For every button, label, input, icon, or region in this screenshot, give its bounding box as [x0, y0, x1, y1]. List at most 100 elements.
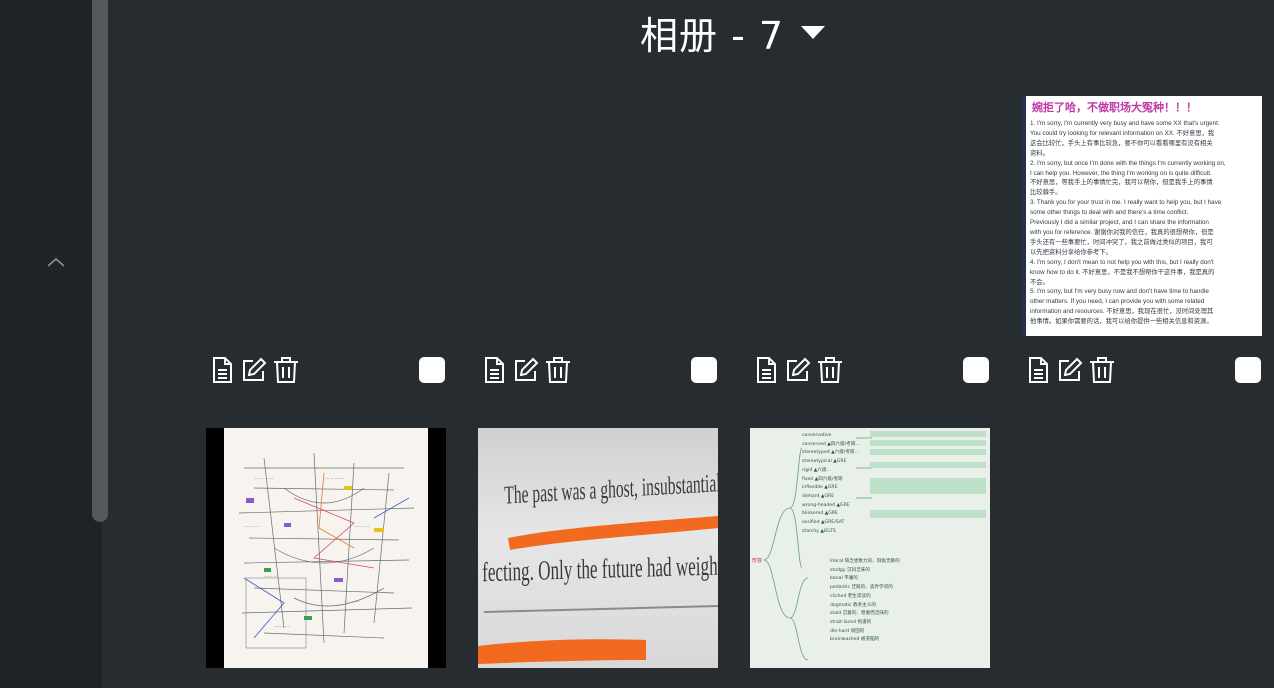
delete-button[interactable]: [542, 354, 574, 386]
thumbnail-edge: [1022, 96, 1026, 336]
vocab-node: brainwashed 被洗脑的: [830, 637, 880, 643]
delete-button[interactable]: [814, 354, 846, 386]
edit-icon: [787, 357, 811, 381]
vocab-node: stereotypical ▲GRE: [802, 459, 847, 465]
details-button[interactable]: [478, 354, 510, 386]
vocab-nodes: conservative conserved ▲四六级/考研... stereo…: [802, 432, 870, 536]
album-selector[interactable]: 相册 - 7: [640, 8, 826, 58]
document-line: 以先把资料分享给你参考下。: [1030, 248, 1112, 256]
document-line: know how to do it. 不好意思，不是我不想帮你干这件事，我是真的: [1030, 268, 1215, 276]
vocab-nodes-lower: literal 缺乏想象力的、刻板无聊的 stodgy 沉闷乏味的 banal …: [830, 558, 980, 645]
card-toolbar: [206, 354, 302, 386]
vocab-node: die-hard 顽固的: [830, 628, 865, 634]
document-line: 1. I'm sorry, I'm currently very busy an…: [1030, 120, 1220, 127]
svg-text:~~~ ~: ~~~ ~: [264, 575, 277, 579]
select-checkbox[interactable]: [963, 357, 989, 383]
collapse-up-button[interactable]: [44, 252, 68, 272]
select-checkbox[interactable]: [691, 357, 717, 383]
edit-button[interactable]: [510, 354, 542, 386]
edit-icon: [243, 357, 267, 381]
document-line: with you for reference. 谢谢你对我的信任，我真的很想帮你…: [1030, 228, 1214, 236]
document-line: 不会。: [1030, 278, 1049, 286]
left-sidebar: [0, 0, 102, 688]
document-icon: [757, 357, 776, 383]
mindmap-paper: ~ ~~ ~~~ ~~ ~ ~~~ ~~ ~~~ ~~~ ~~ ~~~ ~ ~~ ~~…: [224, 428, 428, 668]
document-line: 5. I'm sorry, but I'm very busy now and …: [1030, 288, 1209, 296]
document-line: 手头还有一些事要忙，时间冲突了。我之前做过类似的项目，我可: [1030, 238, 1213, 246]
photo-thumbnail-mindmap[interactable]: ~ ~~ ~~~ ~~ ~ ~~~ ~~ ~~~ ~~~ ~~ ~~~ ~ ~~ ~~…: [206, 428, 446, 668]
document-line: some other things to deal with and there…: [1030, 209, 1189, 217]
document-line: I can help you. However, the thing I'm w…: [1030, 169, 1212, 177]
vocab-node: staid 沉着的、稳重而乏味的: [830, 611, 889, 617]
card-toolbar: [750, 354, 846, 386]
svg-text:~~ ~ ~~~: ~~ ~ ~~~: [324, 477, 344, 481]
vocab-root: 形容: [752, 558, 763, 564]
document-icon: [485, 357, 504, 383]
card-toolbar: [1022, 354, 1118, 386]
document-line: 4. I'm sorry, I don't mean to not help y…: [1030, 258, 1214, 266]
edit-button[interactable]: [782, 354, 814, 386]
svg-text:~ ~~ ~~~: ~ ~~ ~~~: [254, 477, 274, 481]
vertical-scrollbar[interactable]: [92, 0, 108, 522]
document-title: 婉拒了哈，不做职场大冤种！！！: [1032, 101, 1197, 114]
document-line: 他事情。如果你需要的话，我可以给你提供一些相关信息和资源。: [1030, 318, 1213, 326]
details-button[interactable]: [206, 354, 238, 386]
document-icon: [1029, 357, 1048, 383]
document-body: 1. I'm sorry, I'm currently very busy an…: [1022, 117, 1262, 327]
document-line: 不好意思，等我手上的事情忙完，我可以帮你，但是我手上的事情: [1030, 179, 1213, 187]
trash-icon: [818, 357, 842, 383]
highlight-marks: [478, 516, 718, 664]
vocab-node: fixed ▲四六级/考研: [802, 476, 843, 482]
vocab-node: banal 平庸的: [830, 576, 858, 582]
document-icon: [213, 357, 232, 383]
select-checkbox[interactable]: [1235, 357, 1261, 383]
vocab-node: dogmatic 教条主义的: [830, 602, 876, 608]
document-line: 资料。: [1030, 149, 1049, 157]
photo-thumbnail-vocabulary[interactable]: 形容 conservative conserved ▲四六级/考研... ste…: [750, 428, 990, 668]
trash-icon: [274, 357, 298, 383]
album-title: 相册 - 7: [640, 13, 785, 58]
vocab-node: conserved ▲四六级/考研...: [802, 441, 860, 447]
document-line: other matters. If you need, I can provid…: [1030, 298, 1205, 306]
vocab-node: ossified ▲GRE/SAT: [802, 520, 845, 526]
vocab-node: starchy ▲IELTS: [802, 528, 836, 534]
document-line: 这会比较忙，手头上有事比较急，要不你可以看看哪里有没有相关: [1030, 139, 1213, 147]
edit-icon: [515, 357, 539, 381]
details-button[interactable]: [1022, 354, 1054, 386]
document-line: Previously I did a similar project, and …: [1030, 219, 1209, 227]
document-line: 2. I'm sorry, but once I'm done with the…: [1030, 159, 1226, 167]
document-line: 3. Thank you for your trust in me. I rea…: [1030, 199, 1222, 207]
trash-icon: [546, 357, 570, 383]
card-toolbar: [478, 354, 574, 386]
vocab-node: wrong-headed ▲GRE: [802, 502, 850, 508]
mindmap-drawing: ~ ~~ ~~~ ~~ ~ ~~~ ~~ ~~~ ~~~ ~~ ~~~ ~ ~~ ~~…: [238, 452, 415, 649]
photo-thumbnail-quote[interactable]: The past was a ghost, insubstantial, una…: [478, 428, 718, 668]
select-checkbox[interactable]: [419, 357, 445, 383]
quote-line-2: fecting. Only the future had weight.: [482, 551, 718, 589]
chevron-up-icon: [47, 257, 65, 267]
edit-icon: [1059, 357, 1083, 381]
document-line: You could try looking for relevant infor…: [1030, 129, 1215, 137]
vocab-node: pedantic 迂腐的、卖弄学问的: [830, 585, 893, 591]
vocab-node: literal 缺乏想象力的、刻板无聊的: [830, 559, 900, 564]
delete-button[interactable]: [270, 354, 302, 386]
details-button[interactable]: [750, 354, 782, 386]
vocab-node: inflexible ▲GRE: [802, 485, 838, 491]
svg-text:~~~ ~~: ~~~ ~~: [354, 525, 370, 529]
vocab-node: conservative: [802, 433, 832, 438]
document-line: information and resources. 不好意思，我现在很忙，没时…: [1030, 308, 1214, 316]
vocab-node: strait-laced 拘谨的: [830, 619, 872, 625]
photo-thumbnail-document[interactable]: 婉拒了哈，不做职场大冤种！！！ 1. I'm sorry, I'm curren…: [1022, 96, 1262, 336]
vocab-node: cliched 老生常谈的: [830, 593, 871, 599]
edit-button[interactable]: [1054, 354, 1086, 386]
vocab-node: diehard ▲GRE: [802, 493, 835, 499]
edit-button[interactable]: [238, 354, 270, 386]
document-line: 比较棘手。: [1030, 189, 1062, 197]
delete-button[interactable]: [1086, 354, 1118, 386]
svg-text:~~ ~~~: ~~ ~~~: [344, 600, 360, 604]
svg-text:~~~ ~~: ~~~ ~~: [274, 625, 290, 629]
vocab-node: blinkered ▲GRE: [802, 511, 838, 517]
caret-down-icon: [801, 26, 826, 39]
svg-text:~~ ~~~: ~~ ~~~: [244, 525, 260, 529]
vocab-node: stodgy 沉闷乏味的: [830, 567, 870, 573]
